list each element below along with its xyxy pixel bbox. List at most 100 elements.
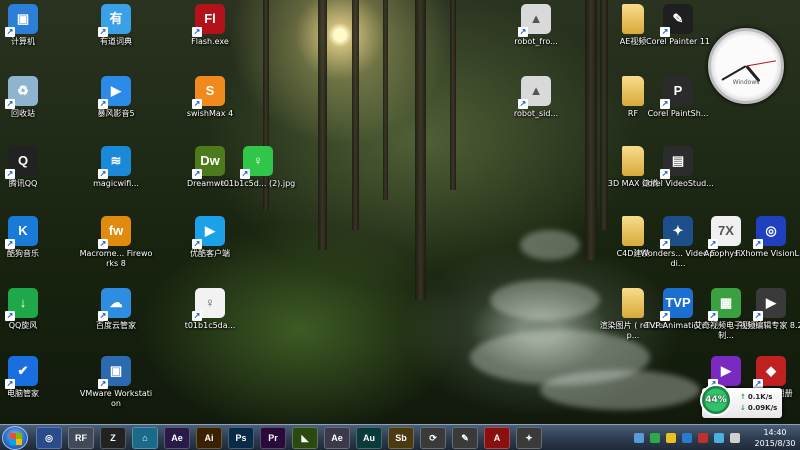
desktop-icon[interactable]: ≋magicwifi... [78,146,154,216]
desktop-icon-label: 有道词典 [100,37,132,46]
app-icon[interactable]: ⌂ [132,427,158,449]
wifi-icon: ≋ [98,146,131,179]
desktop-icon[interactable]: ✔电脑管家 [0,356,61,424]
vmware-icon: ▣ [98,356,131,389]
desktop-icon-label: 暴风影音5 [97,109,135,118]
tray-clock[interactable]: 14:40 2015/8/30 [752,427,798,449]
desktop-icon[interactable]: ♀t01b1c5d... (2).jpg [220,146,296,216]
desktop-icon-label: 优酷客户端 [190,249,230,258]
desktop-icon[interactable]: ▣VMware Workstation [78,356,154,424]
desktop-icon[interactable]: ↓QQ旋风 [0,288,61,358]
tray-app-icon[interactable] [666,433,676,443]
pc-manager-icon: ✔ [5,356,38,389]
start-button[interactable] [2,426,28,450]
desktop-icon-label: Corel VideoStud... [642,179,714,188]
desktop-icon[interactable]: ▣计算机 [0,4,61,74]
upload-speed-value: 0.1K/s [747,393,773,401]
desktop-icon-label: 腾讯QQ [8,179,38,188]
tray-app-icon[interactable] [682,433,692,443]
tray-date: 2015/8/30 [754,439,796,448]
tray-arrow-icon[interactable] [634,433,644,443]
video-editor-icon: ▶ [753,288,786,321]
zbrush-icon[interactable]: Z [100,427,126,449]
desktop-icon[interactable]: PCorel PaintSh... [640,76,716,146]
tray-app-icon[interactable] [650,433,660,443]
download-arrow-icon: ↓ [740,404,746,412]
desktop-icon[interactable]: ♀t01b1c5da... [172,288,248,358]
image-file-icon: ♀ [192,288,225,321]
desktop-icon-label: 计算机 [11,37,35,46]
tray-volume-icon[interactable] [730,433,740,443]
computer-icon: ▣ [5,4,38,37]
qq-icon: Q [5,146,38,179]
desktop-icon-label: magicwifi... [93,179,139,188]
fireworks-icon: fw [98,216,131,249]
premiere-icon[interactable]: Pr [260,427,286,449]
wallpaper-tree [415,0,426,300]
desktop-icon[interactable]: ▶暴风影音5 [78,76,154,146]
desktop-icon[interactable]: ✎Corel Painter 11 [640,4,716,74]
desktop-icon-label: Corel Painter 11 [645,37,710,46]
corel-paintshop-icon: P [660,76,693,109]
tray-time: 14:40 [763,428,787,437]
windows-start-icon-pane [16,439,22,445]
flash-icon: Fl [192,4,225,37]
desktop-icon[interactable]: fwMacrome... Fireworks 8 [78,216,154,286]
filter-3d-album-icon: ◆ [753,356,786,389]
desktop-icon[interactable]: K酷狗音乐 [0,216,61,286]
desktop-icon[interactable]: ☁百度云管家 [78,288,154,358]
desktop-icon-label: QQ旋风 [8,321,38,330]
tray-network-icon[interactable] [714,433,724,443]
network-monitor-widget[interactable]: 44% ↑ 0.1K/s ↓ 0.09K/s [700,384,782,418]
robot-image-icon: ▲ [518,76,551,109]
desktop-icon[interactable]: ◎FXhome VisionL... [733,216,800,286]
desktop-icon[interactable]: ▲robot_fro... [498,4,574,74]
upload-speed: ↑ 0.1K/s [740,393,772,401]
after-effects-icon[interactable]: Ae [324,427,350,449]
corel-painter-icon: ✎ [660,4,693,37]
photoshop-icon[interactable]: Ps [228,427,254,449]
app-icon[interactable]: ✎ [452,427,478,449]
qq-whirlwind-icon: ↓ [5,288,38,321]
autocad-icon[interactable]: A [484,427,510,449]
app-icon[interactable]: ✦ [516,427,542,449]
download-speed: ↓ 0.09K/s [740,404,777,412]
download-speed-value: 0.09K/s [747,404,778,412]
network-usage-percent: 44% [700,384,732,416]
wallpaper-stream [520,230,580,260]
desktop-icon-label: robot_fro... [514,37,558,46]
rf-icon[interactable]: RF [68,427,94,449]
desktop-icon-label: RF [627,109,639,118]
tray-flag-icon[interactable] [698,433,708,443]
youdao-dict-icon: 有 [98,4,131,37]
clock-second-hand [745,60,776,67]
nvidia-icon[interactable]: ◣ [292,427,318,449]
app-icon[interactable]: ⟳ [420,427,446,449]
clock-widget[interactable]: Windows [708,28,784,104]
after-effects-icon[interactable]: Ae [164,427,190,449]
desktop-icon[interactable]: ♻回收站 [0,76,61,146]
wallpaper-tree [383,0,388,200]
desktop-icon[interactable]: ▶优酷客户端 [172,216,248,286]
desktop-icon[interactable]: SswishMax 4 [172,76,248,146]
illustrator-icon[interactable]: Ai [196,427,222,449]
desktop-icon[interactable]: ▤Corel VideoStud... [640,146,716,216]
desktop-icon-label: 回收站 [11,109,35,118]
desktop-icon-label: FXhome VisionL... [735,249,800,258]
desktop-icon-label: 视频编辑专家 8.2 [739,321,800,330]
desktop-icon[interactable]: FlFlash.exe [172,4,248,74]
desktop-icon-label: 酷狗音乐 [7,249,39,258]
desktop-icon-label: robot_sid... [513,109,559,118]
fxhome-icon: ◎ [753,216,786,249]
desktop-icon[interactable]: Q腾讯QQ [0,146,61,216]
audition-icon[interactable]: Au [356,427,382,449]
desktop-icon[interactable]: ▶视频编辑专家 8.2 [733,288,800,358]
desktop-icon[interactable]: ▲robot_sid... [498,76,574,146]
wallpaper-tree [352,0,359,230]
image-file-icon: ♀ [240,146,273,179]
desktop-icon[interactable]: 有有道词典 [78,4,154,74]
browser-icon[interactable]: ◎ [36,427,62,449]
wallpaper-stream [490,280,600,320]
taskbar: ◎ RF Z ⌂ Ae Ai Ps Pr ◣ Ae Au Sb ⟳ ✎ A ✦ 14:40 2015/8/30 [0,424,800,450]
soundbooth-icon[interactable]: Sb [388,427,414,449]
